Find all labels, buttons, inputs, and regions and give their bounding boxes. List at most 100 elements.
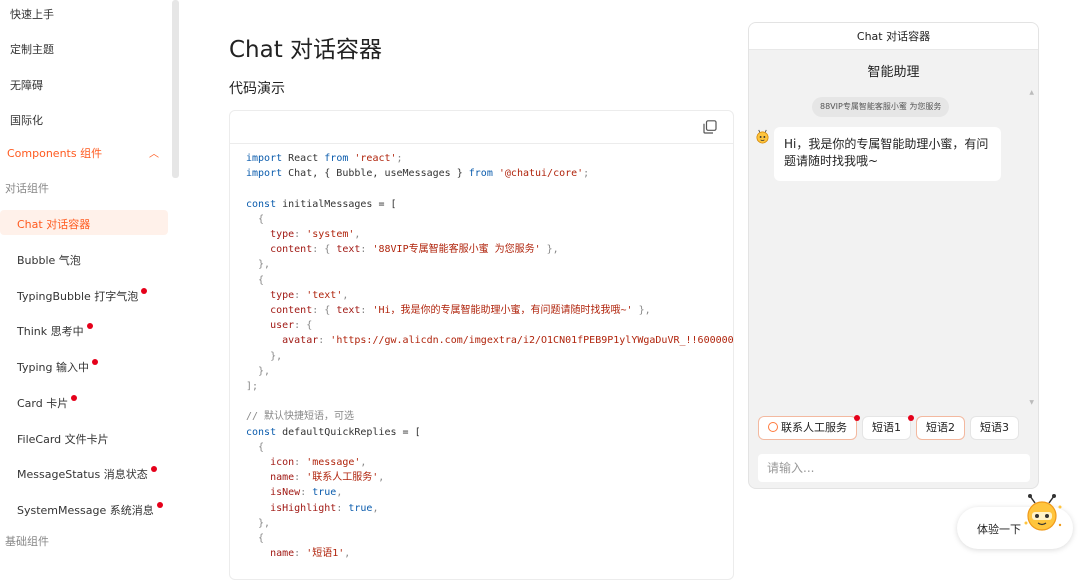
code-token: initialMessages = [: [276, 198, 397, 210]
code-token: ,: [378, 472, 385, 484]
bee-avatar-icon: [756, 129, 769, 144]
code-token: },: [540, 244, 559, 256]
sidebar-item-bubble[interactable]: Bubble 气泡: [17, 252, 81, 268]
code-token: '联系人工服务': [306, 472, 379, 484]
code-token: ,: [372, 502, 379, 514]
code-token: name: [246, 472, 295, 484]
sidebar-item-system-message[interactable]: SystemMessage 系统消息: [17, 502, 163, 518]
code-token: :: [300, 487, 313, 499]
sidebar-item-label: SystemMessage 系统消息: [17, 504, 154, 517]
sidebar-item-label: MessageStatus 消息状态: [17, 468, 148, 481]
sidebar-item-label: Bubble 气泡: [17, 254, 81, 267]
quick-reply-label: 联系人工服务: [781, 421, 847, 434]
code-token: content: [246, 305, 313, 317]
code-token: icon: [246, 457, 295, 469]
new-dot: [150, 466, 157, 472]
code-token: {: [246, 441, 265, 453]
code-token: :: [336, 502, 349, 514]
new-dot: [908, 415, 914, 421]
chat-input[interactable]: 请输入...: [758, 454, 1030, 482]
sidebar-item-message-status[interactable]: MessageStatus 消息状态: [17, 466, 157, 482]
code-token: ,: [342, 289, 349, 301]
quick-reply-label: 短语3: [980, 421, 1009, 434]
scroll-up-icon[interactable]: ▲: [1029, 89, 1034, 96]
sidebar-item-label: Think 思考中: [17, 325, 84, 338]
code-token: :: [294, 548, 307, 560]
sidebar-item-label: FileCard 文件卡片: [17, 433, 109, 446]
try-it-label: 体验一下: [977, 523, 1021, 536]
code-token: Chat, { Bubble, useMessages }: [282, 168, 469, 180]
new-dot: [86, 323, 93, 329]
code-token: 'react': [348, 153, 397, 164]
code-token: 'https://gw.alicdn.com/imgextra/i2/O1CN0…: [330, 335, 734, 347]
code-token: 'system': [306, 229, 355, 241]
code-token: isHighlight: [246, 502, 337, 514]
code-token: ,: [360, 457, 367, 469]
code-token: import: [246, 168, 283, 180]
sidebar-item-accessibility[interactable]: 无障碍: [10, 77, 43, 93]
code-token: },: [632, 305, 651, 317]
sidebar-item-i18n[interactable]: 国际化: [10, 112, 43, 128]
code-token: true: [348, 502, 373, 514]
sidebar-category-basic: 基础组件: [5, 535, 49, 548]
new-dot: [156, 502, 163, 508]
code-token: :: [294, 457, 307, 469]
quick-reply-2[interactable]: 短语2: [916, 416, 965, 440]
chat-navbar-title: 智能助理: [867, 65, 920, 80]
sidebar-group-label: Components 组件: [7, 147, 103, 160]
quick-reply-3[interactable]: 短语3: [970, 416, 1019, 440]
code-demo-card: import React from 'react'; import Chat, …: [229, 110, 734, 580]
sidebar-item-chat[interactable]: Chat 对话容器: [17, 216, 90, 232]
code-token: name: [246, 548, 295, 560]
code-token: isNew: [246, 487, 301, 499]
code-token: from: [324, 153, 349, 164]
copy-icon[interactable]: [703, 120, 717, 134]
code-token: :: [360, 244, 373, 256]
code-token: : {: [312, 305, 337, 317]
code-token: '短语1': [306, 548, 345, 560]
code-token: : {: [294, 320, 313, 332]
quick-reply-1[interactable]: 短语1: [862, 415, 914, 440]
code-toolbar: [230, 111, 733, 144]
quick-reply-contact-agent[interactable]: 联系人工服务: [758, 415, 860, 440]
code-token: {: [246, 533, 265, 545]
code-token: user: [246, 320, 295, 332]
code-token: : {: [312, 244, 337, 256]
code-token: :: [318, 335, 331, 347]
quick-replies: 联系人工服务 短语1 短语2 短语3: [758, 415, 1019, 440]
code-token: 'text': [306, 289, 343, 301]
code-token: :: [294, 289, 307, 301]
sidebar-scrollbar[interactable]: [172, 0, 179, 178]
new-dot: [854, 415, 860, 421]
code-token: },: [246, 517, 271, 529]
sidebar-item-theme[interactable]: 定制主题: [10, 41, 54, 57]
code-token: text: [336, 305, 361, 317]
sidebar-item-label: Typing 输入中: [17, 361, 90, 374]
scroll-down-icon[interactable]: ▼: [1029, 399, 1034, 406]
code-token: {: [246, 213, 265, 225]
code-token: 'Hi，我是你的专属智能助理小蜜，有问题请随时找我哦~': [372, 305, 633, 317]
sidebar-item-card[interactable]: Card 卡片: [17, 395, 78, 411]
code-token: text: [336, 244, 361, 256]
sidebar: 快速上手 定制主题 无障碍 国际化 Components 组件 ︿ 对话组件 C…: [0, 0, 180, 559]
sidebar-item-label: TypingBubble 打字气泡: [17, 290, 139, 303]
new-dot: [92, 359, 99, 365]
chevron-up-icon: ︿: [149, 149, 159, 160]
bee-mascot-icon[interactable]: [1020, 493, 1064, 537]
code-comment: // 默认快捷短语，可选: [246, 411, 355, 423]
new-dot: [71, 395, 78, 401]
code-token: :: [360, 305, 373, 317]
sidebar-group-components[interactable]: Components 组件 ︿: [7, 145, 167, 161]
code-token: :: [294, 229, 307, 241]
sidebar-item-typing[interactable]: Typing 输入中: [17, 359, 99, 375]
code-token: from: [468, 168, 493, 180]
code-token: const: [246, 426, 277, 438]
message-bubble: Hi，我是你的专属智能助理小蜜，有问题请随时找我哦~: [774, 127, 1001, 181]
new-dot: [141, 288, 148, 294]
sidebar-item-file-card[interactable]: FileCard 文件卡片: [17, 431, 109, 447]
sidebar-item-think[interactable]: Think 思考中: [17, 323, 93, 339]
code-token: ;: [396, 153, 403, 164]
code-token: avatar: [246, 335, 319, 347]
sidebar-item-quick-start[interactable]: 快速上手: [10, 6, 54, 22]
sidebar-item-typing-bubble[interactable]: TypingBubble 打字气泡: [17, 288, 148, 304]
